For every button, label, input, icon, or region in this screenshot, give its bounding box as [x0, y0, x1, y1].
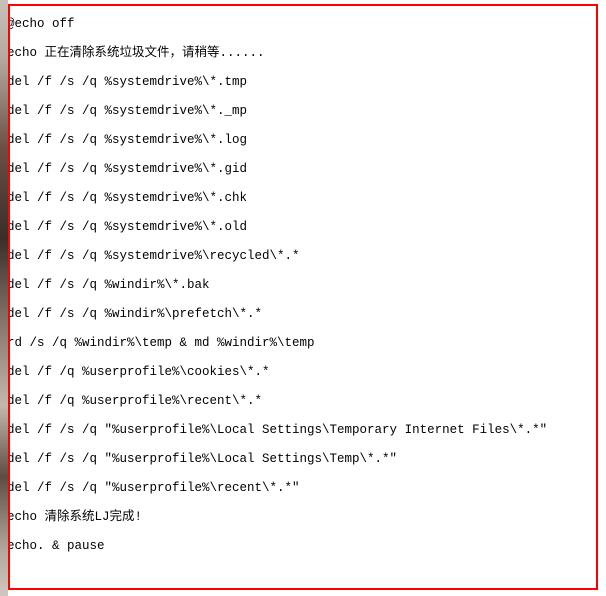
left-edge-strip — [0, 0, 8, 596]
page: @echo off echo 正在清除系统垃圾文件，请稍等...... del … — [0, 0, 606, 596]
code-box: @echo off echo 正在清除系统垃圾文件，请稍等...... del … — [8, 4, 598, 590]
batch-script-code: @echo off echo 正在清除系统垃圾文件，请稍等...... del … — [8, 10, 597, 561]
code-inner: @echo off echo 正在清除系统垃圾文件，请稍等...... del … — [8, 6, 597, 561]
